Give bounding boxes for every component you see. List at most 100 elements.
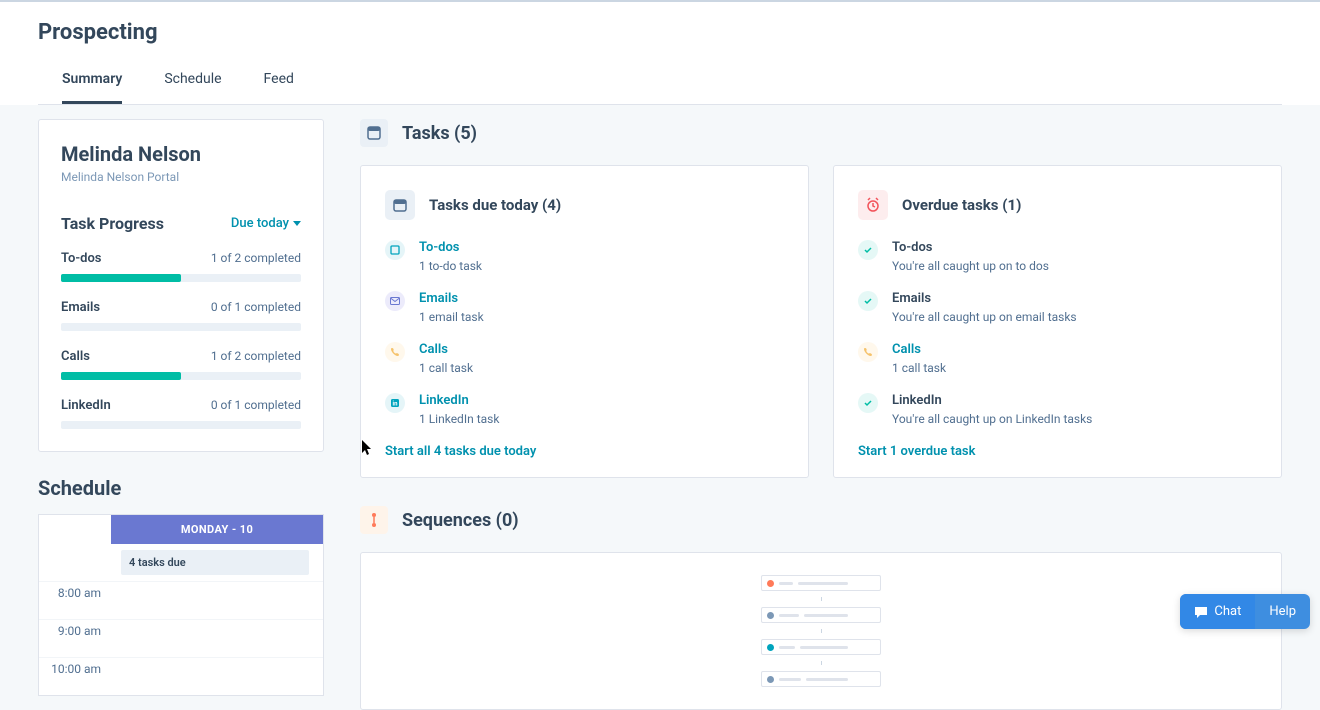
progress-bar: [61, 421, 301, 429]
portal-name: Melinda Nelson Portal: [61, 170, 301, 184]
tab-summary[interactable]: Summary: [62, 63, 122, 104]
tasks-due-today-card: Tasks due today (4) To-dos 1 to-do task E…: [360, 165, 809, 478]
tasks-section-title: Tasks (5): [402, 123, 477, 144]
progress-label: LinkedIn: [61, 398, 111, 413]
due-today-dropdown[interactable]: Due today: [231, 216, 301, 231]
overdue-item-todos: To-dos You're all caught up on to dos: [858, 240, 1257, 273]
task-item-title: To-dos: [419, 240, 784, 255]
task-item-emails[interactable]: Emails 1 email task: [385, 291, 784, 324]
task-item-sub: 1 call task: [419, 361, 784, 375]
svg-text:in: in: [393, 401, 399, 408]
time-label: 9:00 am: [39, 620, 111, 638]
task-item-title: LinkedIn: [419, 393, 784, 408]
time-row: 8:00 am: [39, 581, 323, 619]
start-due-tasks-link[interactable]: Start all 4 tasks due today: [385, 444, 784, 459]
sequences-illustration: [761, 575, 881, 687]
task-item-sub: 1 email task: [419, 310, 784, 324]
user-name: Melinda Nelson: [61, 142, 301, 166]
progress-status: 1 of 2 completed: [211, 251, 301, 266]
user-card: Melinda Nelson Melinda Nelson Portal Tas…: [38, 119, 324, 452]
overdue-item-title: Emails: [892, 291, 1257, 306]
overdue-item-sub: You're all caught up on LinkedIn tasks: [892, 412, 1257, 426]
progress-row-linkedin: LinkedIn 0 of 1 completed: [61, 398, 301, 429]
chevron-down-icon: [293, 221, 301, 226]
sequences-empty-card: [360, 552, 1282, 710]
overdue-item-sub: 1 call task: [892, 361, 1257, 375]
help-label: Help: [1269, 604, 1296, 619]
schedule-tasks-due[interactable]: 4 tasks due: [121, 550, 309, 575]
linkedin-icon: in: [385, 393, 405, 413]
progress-status: 0 of 1 completed: [211, 300, 301, 315]
phone-icon: [385, 342, 405, 362]
overdue-item-title: To-dos: [892, 240, 1257, 255]
task-item-calls[interactable]: Calls 1 call task: [385, 342, 784, 375]
tab-schedule[interactable]: Schedule: [164, 63, 221, 104]
progress-fill: [61, 274, 181, 282]
progress-label: To-dos: [61, 251, 102, 266]
tab-feed[interactable]: Feed: [264, 63, 294, 104]
check-icon: [858, 240, 878, 260]
progress-status: 0 of 1 completed: [211, 398, 301, 413]
progress-label: Calls: [61, 349, 90, 364]
overdue-item-title: Calls: [892, 342, 1257, 357]
sequences-icon: [360, 506, 388, 534]
overdue-item-sub: You're all caught up on email tasks: [892, 310, 1257, 324]
schedule-day-header[interactable]: MONDAY - 10: [111, 515, 323, 544]
progress-row-todos: To-dos 1 of 2 completed: [61, 251, 301, 282]
email-icon: [385, 291, 405, 311]
overdue-tasks-card: Overdue tasks (1) To-dos You're all caugh…: [833, 165, 1282, 478]
due-card-title: Tasks due today (4): [429, 196, 561, 214]
overdue-item-emails: Emails You're all caught up on email task…: [858, 291, 1257, 324]
task-item-title: Emails: [419, 291, 784, 306]
progress-row-calls: Calls 1 of 2 completed: [61, 349, 301, 380]
help-button[interactable]: Help: [1255, 594, 1310, 629]
start-overdue-tasks-link[interactable]: Start 1 overdue task: [858, 444, 1257, 459]
overdue-item-sub: You're all caught up on to dos: [892, 259, 1257, 273]
sequences-section-title: Sequences (0): [402, 510, 519, 531]
chat-label: Chat: [1214, 604, 1241, 619]
progress-status: 1 of 2 completed: [211, 349, 301, 364]
task-item-title: Calls: [419, 342, 784, 357]
tasks-icon: [360, 119, 388, 147]
time-row: 10:00 am: [39, 657, 323, 695]
due-dropdown-label: Due today: [231, 216, 289, 231]
todo-icon: [385, 240, 405, 260]
progress-fill: [61, 372, 181, 380]
right-column: Tasks (5) Tasks due today (4) To-dos 1 to…: [360, 119, 1282, 710]
chat-button[interactable]: Chat: [1180, 594, 1255, 629]
task-item-linkedin[interactable]: in LinkedIn 1 LinkedIn task: [385, 393, 784, 426]
left-column: Melinda Nelson Melinda Nelson Portal Tas…: [38, 119, 324, 710]
task-cards-row: Tasks due today (4) To-dos 1 to-do task E…: [360, 165, 1282, 478]
schedule-heading: Schedule: [38, 476, 324, 500]
chat-icon: [1194, 605, 1208, 619]
check-icon: [858, 393, 878, 413]
progress-bar: [61, 372, 301, 380]
task-item-todos[interactable]: To-dos 1 to-do task: [385, 240, 784, 273]
overdue-item-linkedin: LinkedIn You're all caught up on LinkedIn…: [858, 393, 1257, 426]
page-title: Prospecting: [38, 20, 1282, 45]
time-row: 9:00 am: [39, 619, 323, 657]
calendar-icon: [385, 190, 415, 220]
progress-bar: [61, 274, 301, 282]
schedule-card: MONDAY - 10 4 tasks due 8:00 am 9:00 am …: [38, 514, 324, 696]
progress-bar: [61, 323, 301, 331]
task-item-sub: 1 LinkedIn task: [419, 412, 784, 426]
progress-row-emails: Emails 0 of 1 completed: [61, 300, 301, 331]
phone-icon: [858, 342, 878, 362]
time-label: 8:00 am: [39, 582, 111, 600]
main-content: Melinda Nelson Melinda Nelson Portal Tas…: [0, 105, 1320, 710]
time-label: 10:00 am: [39, 658, 111, 676]
overdue-item-title: LinkedIn: [892, 393, 1257, 408]
alarm-icon: [858, 190, 888, 220]
chat-widget: Chat Help: [1180, 594, 1310, 629]
progress-title: Task Progress: [61, 214, 164, 233]
overdue-item-calls[interactable]: Calls 1 call task: [858, 342, 1257, 375]
progress-header: Task Progress Due today: [61, 214, 301, 233]
overdue-card-title: Overdue tasks (1): [902, 196, 1021, 214]
tabs: Summary Schedule Feed: [38, 63, 1282, 105]
tasks-section-head: Tasks (5): [360, 119, 1282, 147]
progress-label: Emails: [61, 300, 100, 315]
task-item-sub: 1 to-do task: [419, 259, 784, 273]
sequences-section-head: Sequences (0): [360, 506, 1282, 534]
page-header: Prospecting Summary Schedule Feed: [0, 2, 1320, 105]
